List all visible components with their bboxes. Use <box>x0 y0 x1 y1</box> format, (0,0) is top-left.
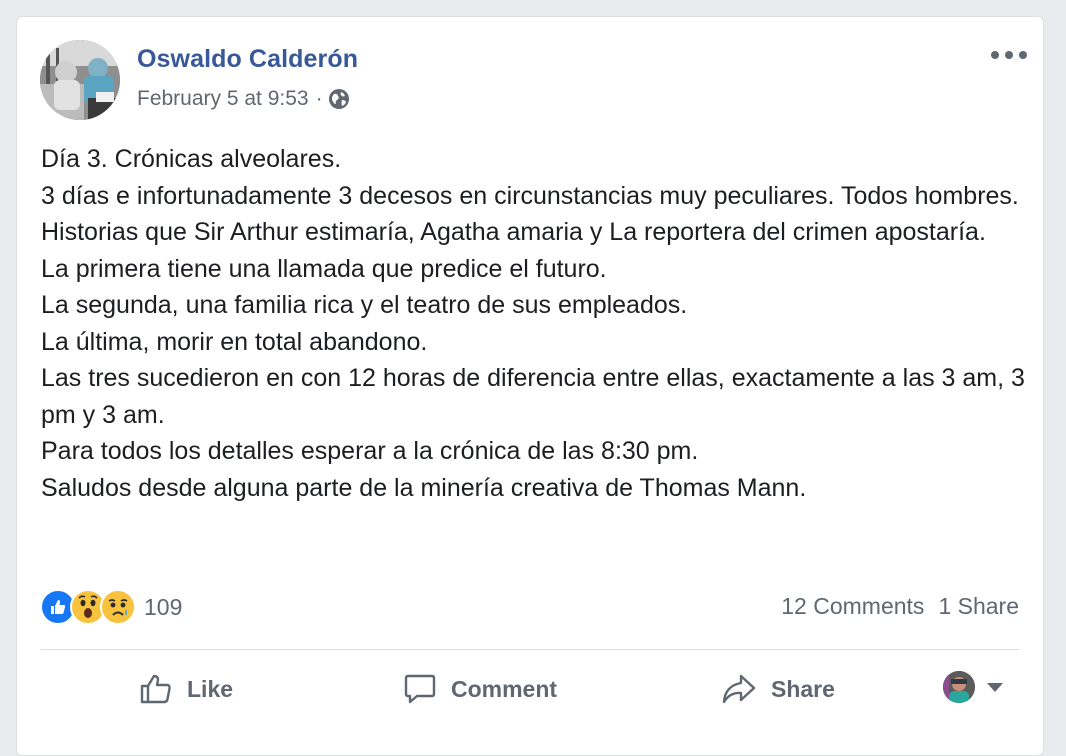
author-name-link[interactable]: Oswaldo Calderón <box>137 45 358 74</box>
post-line: La última, morir en total abandono. <box>41 327 428 356</box>
chevron-down-icon <box>987 682 1003 692</box>
action-bar: Like Comment Share <box>41 661 1019 717</box>
shares-count-link[interactable]: 1 Share <box>938 593 1019 620</box>
author-avatar[interactable] <box>40 40 120 120</box>
post-timestamp[interactable]: February 5 at 9:53 <box>137 87 309 111</box>
post-as-selector[interactable] <box>943 671 1003 703</box>
thumbs-up-icon <box>140 674 171 704</box>
avatar-photo <box>40 40 120 120</box>
post-line: Saludos desde alguna parte de la minería… <box>41 473 807 502</box>
post-line: Las tres sucedieron en con 12 horas de d… <box>41 364 1025 429</box>
meta-separator: · <box>315 87 323 110</box>
dot-icon <box>1005 51 1013 59</box>
share-arrow-icon <box>722 674 756 704</box>
like-button[interactable]: Like <box>139 661 233 717</box>
post-stats: 12 Comments 1 Share <box>781 593 1019 620</box>
post-meta: February 5 at 9:53 · <box>137 87 350 111</box>
post-body: Día 3. Crónicas alveolares. 3 días e inf… <box>41 141 1031 506</box>
like-label: Like <box>187 675 234 702</box>
share-button[interactable]: Share <box>721 661 835 717</box>
viewer-avatar <box>943 671 975 703</box>
post-line: Para todos los detalles esperar a la cró… <box>41 437 699 465</box>
post-line: La segunda, una familia rica y el teatro… <box>41 291 688 319</box>
share-label: Share <box>771 675 835 702</box>
reaction-count[interactable]: 109 <box>144 594 182 621</box>
post-line: La primera tiene una llamada que predice… <box>41 254 607 283</box>
comments-count-link[interactable]: 12 Comments <box>781 593 924 620</box>
dot-icon <box>991 51 999 59</box>
globe-icon[interactable] <box>328 88 350 110</box>
comment-button[interactable]: Comment <box>403 661 557 717</box>
actions-divider <box>41 649 1019 650</box>
post-card: Oswaldo Calderón February 5 at 9:53 · Dí… <box>16 16 1044 756</box>
sad-reaction-icon <box>100 589 136 625</box>
comment-bubble-icon <box>404 674 436 704</box>
post-line: 3 días e infortunadamente 3 decesos en c… <box>41 181 1019 247</box>
post-line: Día 3. Crónicas alveolares. <box>41 145 342 173</box>
comment-label: Comment <box>451 675 558 702</box>
reaction-summary[interactable]: 109 <box>40 589 182 625</box>
more-options-button[interactable] <box>991 43 1027 67</box>
dot-icon <box>1019 51 1027 59</box>
